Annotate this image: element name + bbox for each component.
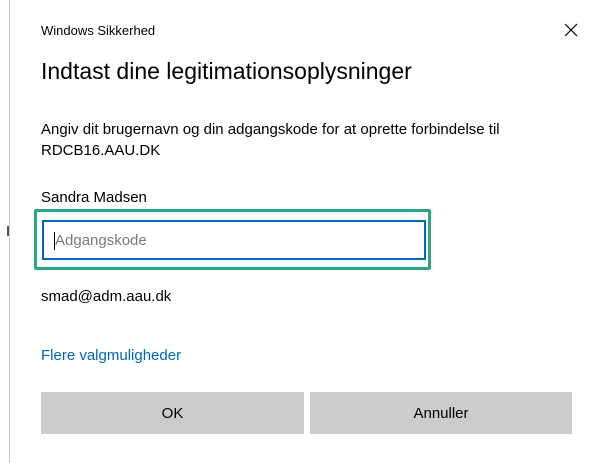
ok-button[interactable]: OK xyxy=(41,392,304,434)
account-email: smad@adm.aau.dk xyxy=(41,288,172,305)
window-edge-marker xyxy=(7,226,9,236)
close-icon xyxy=(564,23,578,37)
window-left-edge xyxy=(9,0,10,463)
more-options-link[interactable]: Flere valgmuligheder xyxy=(41,347,181,364)
password-input[interactable] xyxy=(44,222,424,258)
cancel-button[interactable]: Annuller xyxy=(310,392,572,434)
window-title: Windows Sikkerhed xyxy=(41,23,156,38)
credentials-dialog: Windows Sikkerhed Indtast dine legitimat… xyxy=(0,0,597,463)
close-button[interactable] xyxy=(556,16,586,44)
username-label: Sandra Madsen xyxy=(41,189,147,206)
dialog-description: Angiv dit brugernavn og din adgangskode … xyxy=(41,121,500,159)
ok-button-label: OK xyxy=(161,404,184,422)
dialog-heading: Indtast dine legitimationsoplysninger xyxy=(41,58,412,84)
text-cursor xyxy=(54,232,55,250)
cancel-button-label: Annuller xyxy=(413,404,469,422)
password-field[interactable] xyxy=(42,220,426,260)
